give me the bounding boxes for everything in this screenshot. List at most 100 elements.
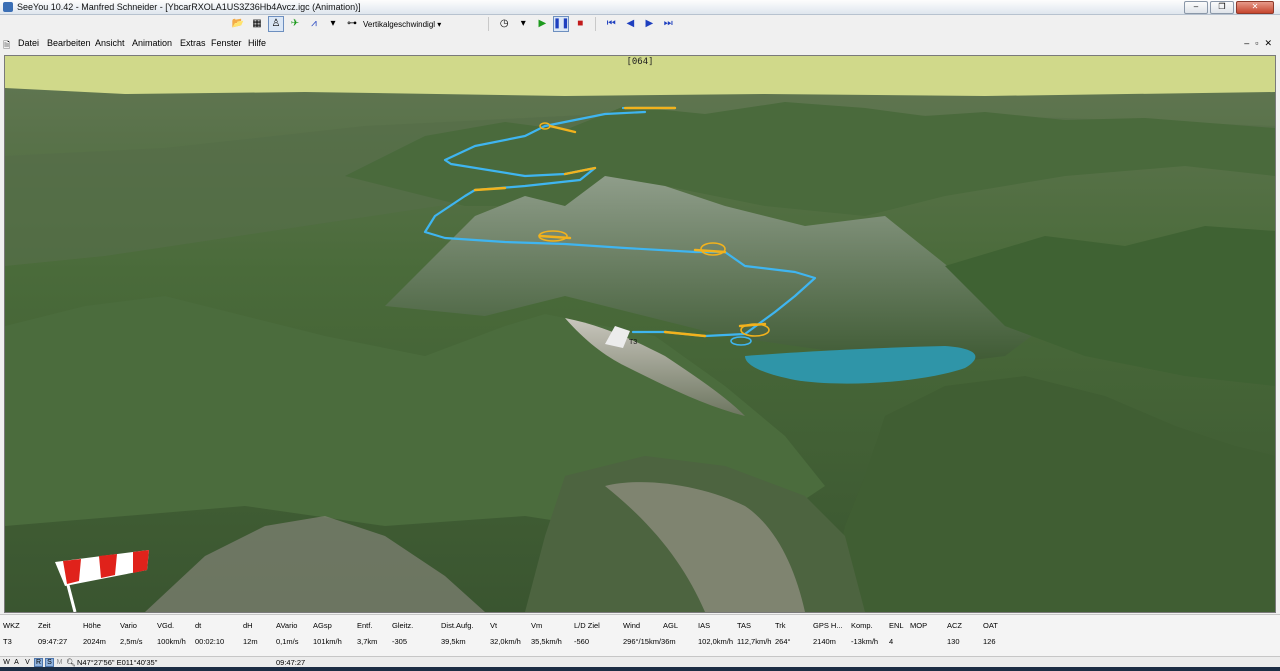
col-header: Zeit <box>38 621 51 630</box>
col-value: 101km/h <box>313 637 342 646</box>
col-trk: Trk 264° <box>775 621 791 646</box>
pause-icon[interactable]: ❚❚ <box>553 16 570 32</box>
col-value: 00:02:10 <box>195 637 225 646</box>
col-header: VGd. <box>157 621 175 630</box>
status-time: 09:47:27 <box>276 658 306 667</box>
col-header: IAS <box>698 621 711 630</box>
taskbar <box>0 667 1280 671</box>
col-avario: AVario 0,1m/s <box>276 621 299 646</box>
col-wkz: WKZ T3 <box>3 621 20 646</box>
mode-m[interactable]: M <box>55 658 64 667</box>
menu-hilfe[interactable]: Hilfe <box>248 38 266 48</box>
step-forward-icon[interactable]: ▶ <box>641 16 657 32</box>
col-header: Gleitz. <box>392 621 414 630</box>
col-header: Dist.Aufg. <box>441 621 474 630</box>
col-value: 12m <box>243 637 258 646</box>
graph-icon[interactable]: ⩘ <box>306 16 322 32</box>
col-value: 2,5m/s <box>120 637 143 646</box>
menu-ansicht[interactable]: Ansicht <box>95 38 125 48</box>
3d-terrain-view[interactable]: T3 [064] <box>4 55 1276 613</box>
col-value: 2024m <box>83 637 106 646</box>
col-dist-aufg: Dist.Aufg. 39,5km <box>441 621 474 646</box>
col-value: 39,5km <box>441 637 466 646</box>
flight-data-panel: WKZ T3 Zeit 09:47:27 Höhe 2024m Vario 2,5m/s… <box>0 614 1280 657</box>
col-komp: Komp. -13km/h <box>851 621 878 646</box>
col-header: MOP <box>910 621 928 630</box>
col-gps-h: GPS H... 2140m <box>813 621 843 646</box>
col-value: -560 <box>574 637 590 646</box>
col-value: 112,7km/h <box>737 637 772 646</box>
col-value: 126 <box>983 637 996 646</box>
col-header: OAT <box>983 621 998 630</box>
col-entf: Entf. 3,7km <box>357 621 377 646</box>
menu-animation[interactable]: Animation <box>132 38 172 48</box>
col-header: Vt <box>490 621 498 630</box>
chevron-down-icon: ▾ <box>435 19 442 29</box>
col-zeit: Zeit 09:47:27 <box>38 621 67 646</box>
col-agsp: AGsp 101km/h <box>313 621 342 646</box>
col-gleitz: Gleitz. -305 <box>392 621 413 646</box>
chevron-down-icon[interactable]: ▾ <box>515 16 531 32</box>
save-icon[interactable]: ▦ <box>249 16 265 32</box>
col-header: L/D Ziel <box>574 621 600 630</box>
title-bar: SeeYou 10.42 - Manfred Schneider - [Ybca… <box>0 0 1280 15</box>
turnpoint-label: T3 <box>629 339 637 346</box>
col-header: TAS <box>737 621 752 630</box>
col-value: 32,0km/h <box>490 637 521 646</box>
frame-counter: [064] <box>626 57 654 67</box>
mdi-controls: ‒ ▫ ✕ <box>1244 38 1272 49</box>
col-ld-ziel: L/D Ziel -560 <box>574 621 600 646</box>
rewind-icon[interactable]: ◀ <box>622 16 638 32</box>
col-agl: AGL <box>663 621 678 637</box>
col-header: AVario <box>276 621 298 630</box>
mode-w[interactable]: W <box>2 658 11 667</box>
col-header: Komp. <box>851 621 873 630</box>
col-value: 2140m <box>813 637 836 646</box>
toolbar: 📂 ▦ ♙ ✈ ⩘ ▾ ⊶ Vertikalgeschwindigl ▾ ◷ ▾… <box>230 15 676 33</box>
clock-icon[interactable]: ◷ <box>496 16 512 32</box>
play-icon[interactable]: ▶ <box>534 16 550 32</box>
mdi-restore-button[interactable]: ▫ <box>1255 38 1258 49</box>
chevron-down-icon[interactable]: ▾ <box>325 16 341 32</box>
pilot-icon[interactable]: ♙ <box>268 16 284 32</box>
mode-v[interactable]: V <box>23 658 32 667</box>
menu-fenster[interactable]: Fenster <box>211 38 242 48</box>
document-icon[interactable]: 🗎 <box>3 38 10 54</box>
col-header: GPS H... <box>813 621 843 630</box>
menu-bearbeiten[interactable]: Bearbeiten <box>47 38 91 48</box>
col-value: 4 <box>889 637 894 646</box>
col-value: 102,0km/h <box>698 637 734 646</box>
col-value: 09:47:27 <box>38 637 68 646</box>
flight-icon[interactable]: ✈ <box>287 16 303 32</box>
mdi-minimize-button[interactable]: ‒ <box>1244 38 1249 49</box>
window-title: SeeYou 10.42 - Manfred Schneider - [Ybca… <box>17 2 361 12</box>
mdi-close-button[interactable]: ✕ <box>1264 38 1272 49</box>
close-button[interactable]: ✕ <box>1236 1 1274 14</box>
col-header: ENL <box>889 621 904 630</box>
folder-open-icon[interactable]: 📂 <box>230 16 246 32</box>
col-value: 3,7km <box>357 637 378 646</box>
col-dt: dt 00:02:10 <box>195 621 224 646</box>
col-value: 264° <box>775 637 791 646</box>
col-header: ACZ <box>947 621 962 630</box>
col-value: -305 <box>392 637 408 646</box>
fast-forward-icon[interactable]: ⏭ <box>660 16 676 32</box>
menu-datei[interactable]: Datei <box>18 38 39 48</box>
col-value: 100km/h <box>157 637 186 646</box>
col-acz: ACZ 130 <box>947 621 962 646</box>
col-ias: IAS 102,0km/h <box>698 621 733 646</box>
step-back-icon[interactable]: ⏮ <box>603 16 619 32</box>
restore-button[interactable]: ❐ <box>1210 1 1234 14</box>
stop-icon[interactable]: ■ <box>572 16 588 32</box>
mode-a[interactable]: A <box>12 658 21 667</box>
col-enl: ENL 4 <box>889 621 904 646</box>
mode-r[interactable]: R <box>34 658 43 667</box>
col-dh: dH 12m <box>243 621 258 646</box>
col-value: -13km/h <box>851 637 879 646</box>
terrain-icon[interactable]: ⊶ <box>344 16 360 32</box>
mode-s[interactable]: S <box>45 658 54 667</box>
col-vario: Vario 2,5m/s <box>120 621 143 646</box>
display-mode-dropdown[interactable]: Vertikalgeschwindigl ▾ <box>363 20 441 29</box>
menu-extras[interactable]: Extras <box>180 38 206 48</box>
minimize-button[interactable]: – <box>1184 1 1208 14</box>
